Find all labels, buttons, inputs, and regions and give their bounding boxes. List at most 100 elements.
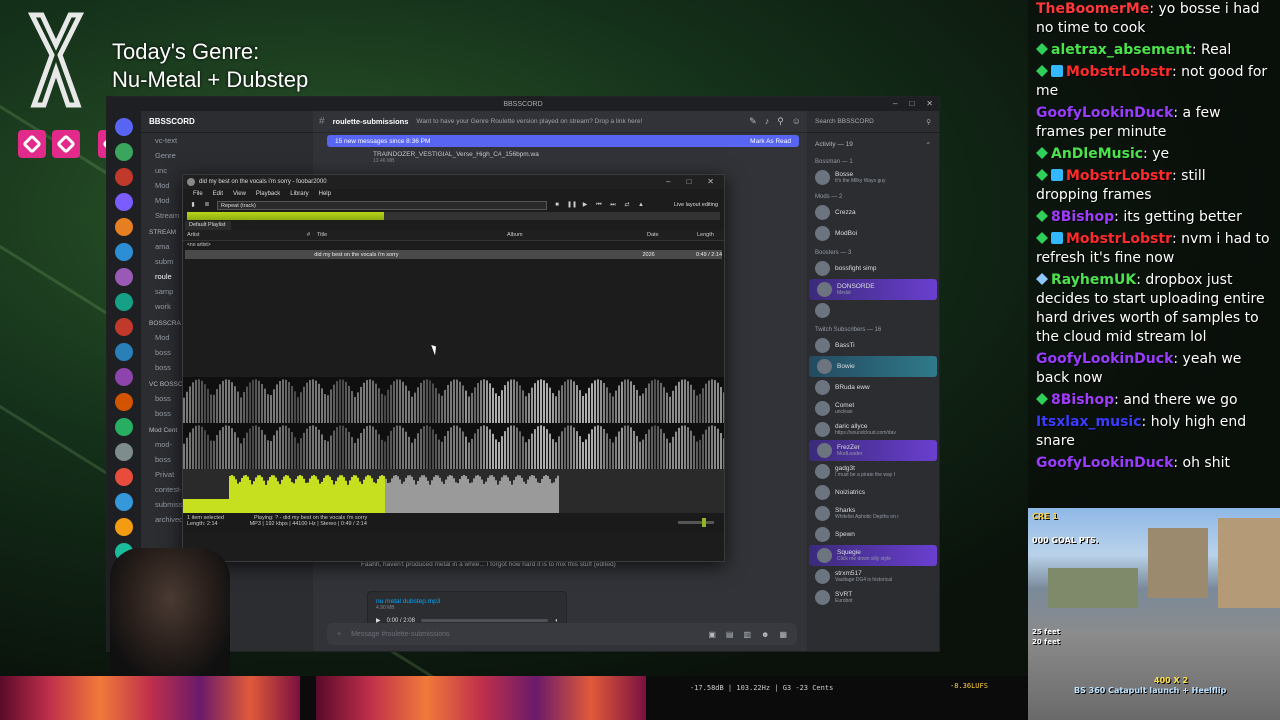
server-icon[interactable] xyxy=(115,218,133,236)
menu-item[interactable]: File xyxy=(193,191,203,197)
server-icon[interactable] xyxy=(115,268,133,286)
channel-item[interactable]: Genre xyxy=(141,148,313,163)
new-messages-bar[interactable]: 15 new messages since 8:36 PM Mark As Re… xyxy=(327,135,799,147)
volume-slider[interactable] xyxy=(678,518,714,527)
server-icon[interactable] xyxy=(115,518,133,536)
search-input[interactable]: Search BBSSCORD ⚲ xyxy=(807,111,939,133)
sticker-icon[interactable]: ▥ xyxy=(743,630,751,639)
server-icon[interactable] xyxy=(115,393,133,411)
member-item[interactable]: DONSORDE Medal xyxy=(809,279,937,300)
server-icon[interactable] xyxy=(115,493,133,511)
member-item[interactable]: strxm517 Vaultage DG4 is historical xyxy=(807,566,939,587)
playback-order-select[interactable]: Repeat (track) xyxy=(217,200,547,210)
chat-username[interactable]: Itsxlax_music xyxy=(1036,414,1142,430)
member-item[interactable]: Bosse It's the Milky Ways guy xyxy=(807,167,939,188)
member-item[interactable]: Spewn xyxy=(807,524,939,545)
close-icon[interactable]: ✕ xyxy=(926,99,933,108)
member-item[interactable]: ModBoi xyxy=(807,223,939,244)
menu-item[interactable]: View xyxy=(233,191,246,197)
menu-item[interactable]: Playback xyxy=(256,191,280,197)
pin-icon[interactable]: ⚲ xyxy=(777,116,784,127)
members-icon[interactable]: ☺ xyxy=(792,116,801,127)
stop-after-icon[interactable]: ▮ xyxy=(189,201,197,209)
server-icon[interactable] xyxy=(115,343,133,361)
column-header[interactable]: Length xyxy=(693,232,723,238)
chat-username[interactable]: aletrax_absement xyxy=(1051,42,1192,58)
chat-username[interactable]: GoofyLookinDuck xyxy=(1036,351,1173,367)
server-icon[interactable] xyxy=(115,118,133,136)
emoji-icon[interactable]: ☻ xyxy=(761,630,769,639)
playlist-row[interactable]: did my best on the vocals i'm sorry 2026… xyxy=(185,250,722,259)
member-item[interactable]: FrezZer ModLoader xyxy=(809,440,937,461)
bell-icon[interactable]: ♪ xyxy=(765,116,770,127)
member-item[interactable]: bossfight simp xyxy=(807,258,939,279)
server-icon[interactable] xyxy=(115,368,133,386)
threads-icon[interactable]: ✎ xyxy=(749,116,757,127)
server-icon[interactable] xyxy=(115,243,133,261)
channel-item[interactable]: vc-text xyxy=(141,133,313,148)
chat-username[interactable]: GoofyLookinDuck xyxy=(1036,105,1173,121)
chat-username[interactable]: RayhemUK xyxy=(1051,272,1136,288)
activity-header[interactable]: Activity — 19 ⌃ xyxy=(807,133,939,153)
add-icon[interactable]: + xyxy=(337,631,341,638)
menu-item[interactable]: Help xyxy=(319,191,331,197)
close-icon[interactable]: ✕ xyxy=(707,177,714,186)
chat-username[interactable]: MobstrLobstr xyxy=(1066,231,1172,247)
seek-bar[interactable] xyxy=(187,212,720,220)
audio-name[interactable]: nu metal dubstep.mp3 xyxy=(376,598,558,605)
column-header[interactable]: # xyxy=(303,232,313,238)
previous-icon[interactable]: ⏮ xyxy=(595,201,603,209)
random-icon[interactable]: ⇄ xyxy=(623,201,631,209)
member-item[interactable]: BRuda eww xyxy=(807,377,939,398)
server-icon[interactable] xyxy=(115,293,133,311)
chat-username[interactable]: MobstrLobstr xyxy=(1066,168,1172,184)
audio-seek-bar[interactable] xyxy=(420,619,549,622)
message-composer[interactable]: + Message #roulette-submissions ▣ ▤ ▥ ☻ … xyxy=(327,623,797,645)
chat-username[interactable]: 8Bishop xyxy=(1051,392,1114,408)
waveform-seekbar[interactable] xyxy=(183,469,724,513)
server-icon[interactable] xyxy=(115,418,133,436)
member-item[interactable]: Sharks Whitelist Aphotic Depths on r xyxy=(807,503,939,524)
stop-icon[interactable]: ■ xyxy=(553,201,561,209)
live-layout-editing[interactable]: Live layout editing xyxy=(674,202,718,208)
column-header[interactable]: Album xyxy=(503,232,643,238)
member-item[interactable]: Squegie Click me down silly style xyxy=(809,545,937,566)
gift-icon[interactable]: ▣ xyxy=(708,630,716,639)
member-item[interactable]: BassTi xyxy=(807,335,939,356)
gif-icon[interactable]: ▤ xyxy=(726,630,734,639)
mark-as-read-button[interactable]: Mark As Read xyxy=(750,138,791,145)
member-item[interactable]: daric allyce https://soundcloud.com/dav xyxy=(807,419,939,440)
column-header[interactable]: Artist xyxy=(183,232,303,238)
pause-icon[interactable]: ❚❚ xyxy=(567,201,577,209)
server-icon[interactable] xyxy=(115,143,133,161)
eq-icon[interactable]: ≣ xyxy=(203,201,211,209)
server-icon[interactable] xyxy=(115,318,133,336)
chat-username[interactable]: TheBoomerMe xyxy=(1036,1,1149,17)
menu-item[interactable]: Edit xyxy=(213,191,223,197)
server-icon[interactable] xyxy=(115,443,133,461)
server-name[interactable]: BBSSCORD xyxy=(141,111,313,133)
playlist-tab[interactable]: Default Playlist xyxy=(185,221,231,230)
chat-username[interactable]: GoofyLookinDuck xyxy=(1036,455,1173,471)
column-header[interactable]: Title xyxy=(313,232,503,238)
chevron-up-icon[interactable]: ⌃ xyxy=(926,141,931,149)
message-input[interactable]: Message #roulette-submissions xyxy=(351,631,449,638)
next-icon[interactable]: ⏭ xyxy=(609,201,617,209)
menu-item[interactable]: Library xyxy=(290,191,308,197)
member-item[interactable]: Noiziatrics xyxy=(807,482,939,503)
maximize-icon[interactable]: □ xyxy=(686,177,691,186)
volume-handle[interactable] xyxy=(702,518,706,527)
attachment[interactable]: TRAINDOZER_VESTIGIAL_Verse_High_C#_156bp… xyxy=(373,151,807,164)
minimize-icon[interactable]: – xyxy=(893,99,897,108)
open-icon[interactable]: ▲ xyxy=(637,201,645,209)
member-item[interactable]: SVRT Eurobot xyxy=(807,587,939,608)
member-item[interactable]: gadg3t I must be a pirate the way I xyxy=(807,461,939,482)
chat-username[interactable]: AnDleMusic xyxy=(1051,146,1143,162)
member-item[interactable]: Comet unclean xyxy=(807,398,939,419)
apps-icon[interactable]: ▦ xyxy=(779,630,787,639)
member-item[interactable] xyxy=(807,300,939,321)
server-icon[interactable] xyxy=(115,468,133,486)
chat-username[interactable]: 8Bishop xyxy=(1051,209,1114,225)
server-icon[interactable] xyxy=(115,193,133,211)
maximize-icon[interactable]: □ xyxy=(909,99,914,108)
